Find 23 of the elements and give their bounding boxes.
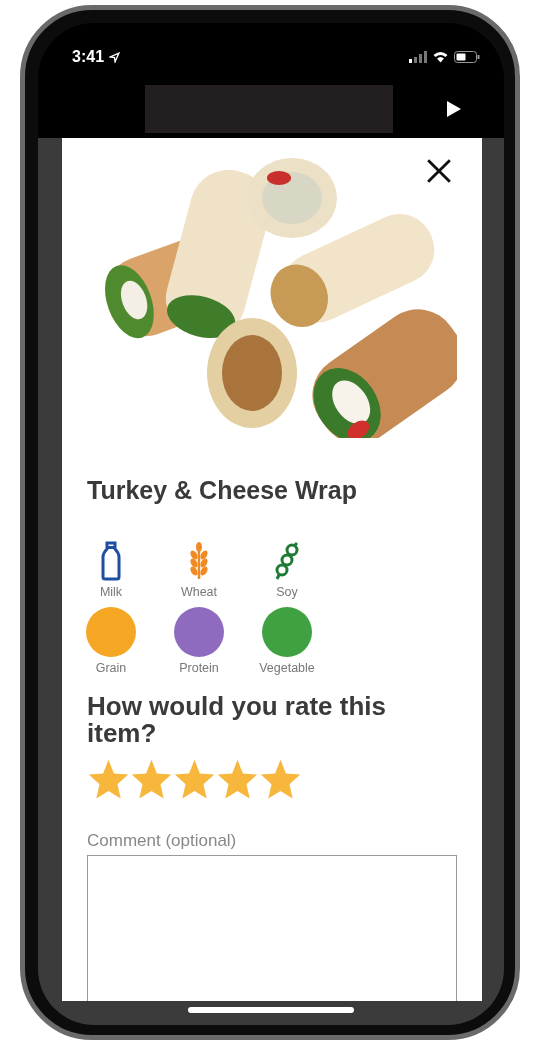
comment-label: Comment (optional) [87, 830, 238, 851]
wifi-icon [432, 51, 449, 63]
play-icon[interactable] [447, 101, 461, 117]
star-icon[interactable] [130, 757, 173, 801]
star-icon[interactable] [87, 757, 130, 801]
location-icon [109, 51, 121, 63]
rating-question: How would you rate this item? [87, 693, 387, 748]
food-group-label: Grain [95, 661, 127, 675]
status-time: 3:41 [72, 48, 105, 66]
food-group-label: Vegetable [259, 661, 315, 675]
star-icon[interactable] [216, 757, 259, 801]
battery-icon [454, 51, 480, 63]
allergen-label: Milk [99, 585, 123, 599]
allergen-label: Wheat [180, 585, 218, 599]
comment-field[interactable] [87, 854, 457, 1001]
allergen-label: Soy [276, 585, 298, 599]
star-icon[interactable] [173, 757, 216, 801]
food-group-label: Protein [179, 661, 219, 675]
close-icon[interactable] [426, 158, 452, 184]
signal-icon [409, 51, 427, 63]
item-title: Turkey & Cheese Wrap [87, 476, 358, 505]
home-indicator[interactable] [188, 1007, 354, 1013]
star-icon[interactable] [259, 757, 302, 801]
